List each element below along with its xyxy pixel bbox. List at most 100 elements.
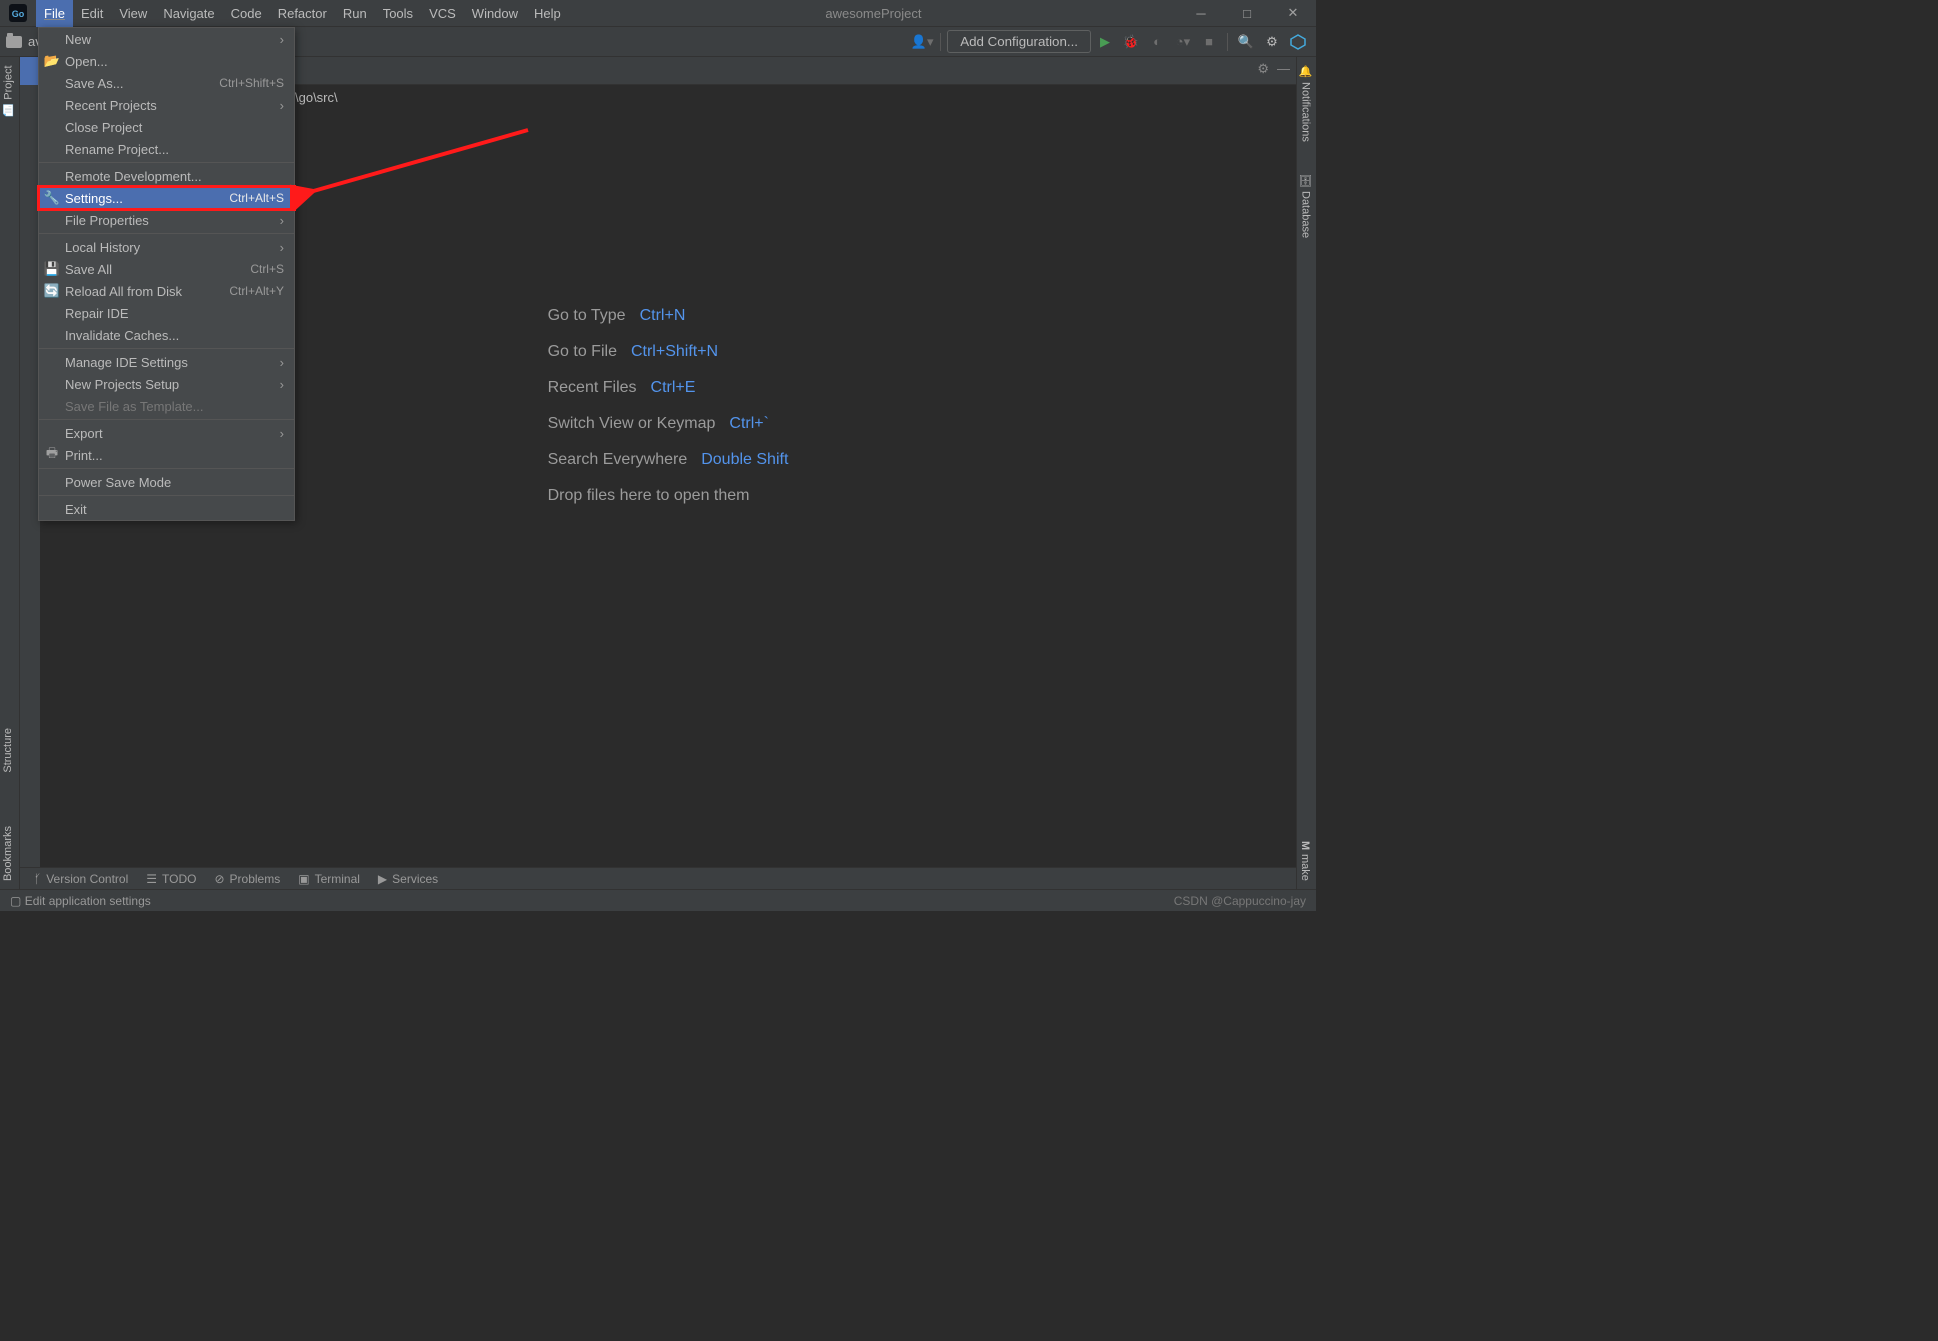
hint-row: Recent FilesCtrl+E — [548, 379, 789, 397]
file-menu-item-save-file-as-template: Save File as Template... — [39, 395, 294, 417]
file-menu-item-power-save-mode[interactable]: Power Save Mode — [39, 471, 294, 493]
hint-row: Go to FileCtrl+Shift+N — [548, 343, 789, 361]
tab-structure[interactable]: Structure — [0, 722, 16, 779]
menu-item-label: Invalidate Caches... — [65, 328, 179, 343]
path-breadcrumb[interactable]: \go\src\ — [295, 90, 338, 105]
terminal-icon: ▣ — [298, 872, 309, 886]
file-menu-item-file-properties[interactable]: File Properties › — [39, 209, 294, 231]
branch-icon: ᚶ — [34, 872, 41, 886]
tab-services[interactable]: ▶Services — [378, 872, 438, 886]
menu-refactor[interactable]: Refactor — [270, 0, 335, 27]
tab-make[interactable]: Mmake — [1297, 835, 1313, 887]
file-menu-item-save-all[interactable]: 💾Save AllCtrl+S — [39, 258, 294, 280]
reload-icon: 🔄 — [45, 283, 59, 299]
stop-icon[interactable]: ■ — [1197, 30, 1221, 54]
menu-file[interactable]: File — [36, 0, 73, 27]
menu-item-label: New — [65, 32, 91, 47]
menu-item-label: Save File as Template... — [65, 399, 204, 414]
tool-gear-icon[interactable]: ⚙ — [1257, 61, 1269, 77]
coverage-icon[interactable]: ◐ — [1145, 30, 1169, 54]
file-menu-item-reload-all-from-disk[interactable]: 🔄Reload All from DiskCtrl+Alt+Y — [39, 280, 294, 302]
file-menu-item-recent-projects[interactable]: Recent Projects › — [39, 94, 294, 116]
file-menu-item-export[interactable]: Export› — [39, 422, 294, 444]
search-icon[interactable]: 🔍 — [1234, 30, 1258, 54]
tab-version-control[interactable]: ᚶVersion Control — [34, 872, 128, 886]
status-text: Edit application settings — [25, 894, 151, 908]
file-menu-item-new[interactable]: New › — [39, 28, 294, 50]
user-icon[interactable]: 👤▾ — [910, 30, 934, 54]
folder-icon — [6, 36, 22, 48]
menu-help[interactable]: Help — [526, 0, 569, 27]
menu-edit[interactable]: Edit — [73, 0, 111, 27]
chevron-right-icon: › — [280, 213, 284, 228]
menu-run[interactable]: Run — [335, 0, 375, 27]
play-icon: ▶ — [378, 872, 387, 886]
file-menu-item-settings[interactable]: 🔧Settings...Ctrl+Alt+S — [39, 187, 294, 209]
watermark: CSDN @Cappuccino-jay — [1174, 894, 1306, 908]
tab-database[interactable]: 🗄Database — [1297, 167, 1314, 244]
menu-item-label: Rename Project... — [65, 142, 169, 157]
menu-vcs[interactable]: VCS — [421, 0, 464, 27]
close-button[interactable]: ✕ — [1270, 0, 1316, 27]
hint-row: Switch View or KeymapCtrl+` — [548, 415, 789, 433]
menu-item-shortcut: Ctrl+Alt+S — [229, 191, 284, 205]
chevron-right-icon: › — [280, 98, 284, 113]
welcome-hints: Go to Type Ctrl+N Go to FileCtrl+Shift+N Re… — [548, 307, 789, 505]
menu-item-label: Manage IDE Settings — [65, 355, 188, 370]
settings-gear-icon[interactable]: ⚙ — [1260, 30, 1284, 54]
menu-tools[interactable]: Tools — [375, 0, 421, 27]
file-menu-item-manage-ide-settings[interactable]: Manage IDE Settings › — [39, 351, 294, 373]
file-menu-dropdown: New›📂Open...Save As...Ctrl+Shift+SRecent… — [38, 27, 295, 521]
file-menu-item-local-history[interactable]: Local History› — [39, 236, 294, 258]
hint-shortcut: Ctrl+` — [729, 415, 769, 433]
file-menu-item-save-as[interactable]: Save As...Ctrl+Shift+S — [39, 72, 294, 94]
menu-item-label: File Properties — [65, 213, 149, 228]
list-icon: ☰ — [146, 872, 157, 886]
file-menu-item-open[interactable]: 📂Open... — [39, 50, 294, 72]
tab-terminal[interactable]: ▣Terminal — [298, 872, 360, 886]
chevron-right-icon: › — [280, 355, 284, 370]
left-gutter: 📄Project Structure Bookmarks — [0, 57, 20, 889]
tool-collapse-icon[interactable]: — — [1277, 61, 1290, 77]
file-menu-item-exit[interactable]: Exit — [39, 498, 294, 520]
tab-problems[interactable]: ⊘Problems — [214, 872, 280, 886]
file-menu-item-rename-project[interactable]: Rename Project... — [39, 138, 294, 160]
menu-navigate[interactable]: Navigate — [155, 0, 222, 27]
tab-project[interactable]: 📄Project — [0, 59, 17, 123]
profile-icon[interactable]: ◔▾ — [1171, 30, 1195, 54]
menu-item-shortcut: Ctrl+S — [250, 262, 284, 276]
menu-view[interactable]: View — [111, 0, 155, 27]
menubar: Go File Edit View Navigate Code Refactor… — [0, 0, 1316, 27]
hint-shortcut: Double Shift — [701, 451, 788, 469]
save-icon: 💾 — [45, 261, 59, 277]
file-menu-item-new-projects-setup[interactable]: New Projects Setup› — [39, 373, 294, 395]
menu-window[interactable]: Window — [464, 0, 526, 27]
file-menu-item-invalidate-caches[interactable]: Invalidate Caches... — [39, 324, 294, 346]
warning-icon: ⊘ — [214, 872, 224, 886]
menu-item-label: Remote Development... — [65, 169, 202, 184]
file-menu-item-repair-ide[interactable]: Repair IDE — [39, 302, 294, 324]
hint-label: Go to Type — [548, 307, 626, 325]
tab-notifications[interactable]: 🔔Notifications — [1297, 59, 1314, 148]
hint-shortcut: Ctrl+N — [640, 307, 686, 325]
menu-item-label: Export — [65, 426, 103, 441]
minimize-button[interactable]: ─ — [1178, 0, 1224, 27]
add-configuration-button[interactable]: Add Configuration... — [947, 30, 1091, 53]
debug-icon[interactable]: 🐞 — [1119, 30, 1143, 54]
menu-code[interactable]: Code — [223, 0, 270, 27]
maximize-button[interactable]: □ — [1224, 0, 1270, 27]
menu-item-label: Repair IDE — [65, 306, 129, 321]
file-menu-item-print[interactable]: 🖶Print... — [39, 444, 294, 466]
tab-bookmarks[interactable]: Bookmarks — [0, 820, 16, 887]
menu-item-label: Print... — [65, 448, 103, 463]
jb-toolbox-icon[interactable] — [1286, 30, 1310, 54]
file-menu-item-remote-development[interactable]: Remote Development... — [39, 165, 294, 187]
run-icon[interactable]: ▶ — [1093, 30, 1117, 54]
project-tool-strip[interactable] — [20, 57, 40, 85]
svg-text:Go: Go — [12, 9, 25, 19]
file-menu-item-close-project[interactable]: Close Project — [39, 116, 294, 138]
menu-item-label: Recent Projects — [65, 98, 157, 113]
tab-todo[interactable]: ☰TODO — [146, 872, 196, 886]
chevron-right-icon: › — [280, 32, 284, 47]
drop-hint: Drop files here to open them — [548, 487, 789, 505]
